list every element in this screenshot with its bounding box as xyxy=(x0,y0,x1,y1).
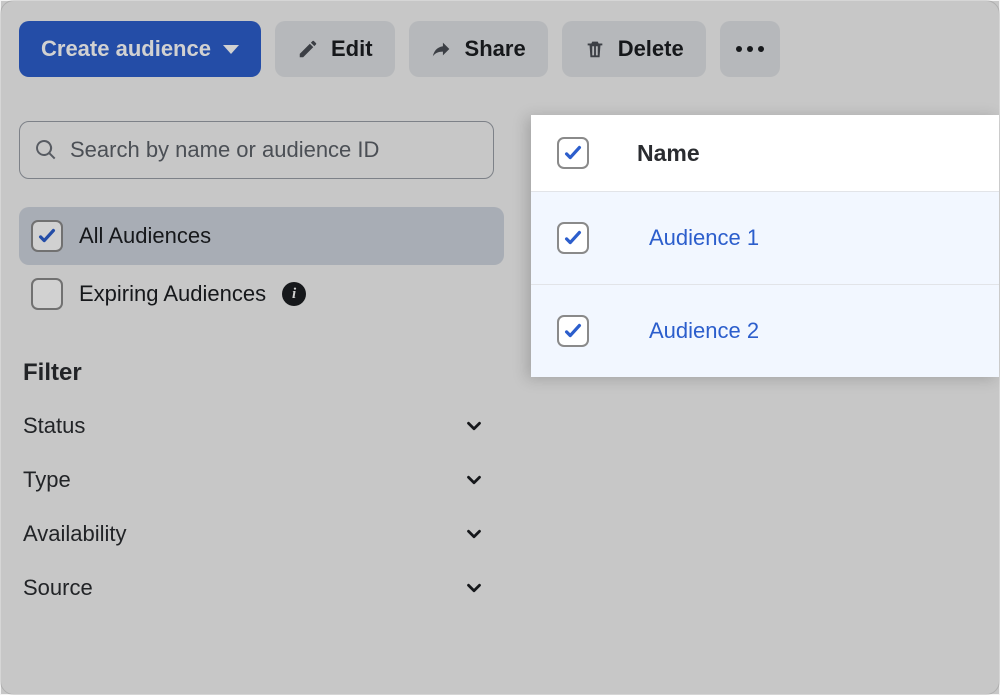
edit-label: Edit xyxy=(331,36,373,62)
check-icon xyxy=(562,142,584,164)
chevron-down-icon xyxy=(463,577,485,599)
create-audience-label: Create audience xyxy=(41,36,211,62)
info-icon[interactable]: i xyxy=(282,282,306,306)
share-arrow-icon xyxy=(431,38,453,60)
trash-icon xyxy=(584,38,606,60)
sidebar-item-all-audiences[interactable]: All Audiences xyxy=(19,207,504,265)
filter-label: Status xyxy=(23,413,85,439)
table-header: Name xyxy=(531,115,999,192)
row-checkbox[interactable] xyxy=(557,222,589,254)
filter-status[interactable]: Status xyxy=(19,399,489,453)
filter-label: Type xyxy=(23,467,71,493)
column-header-name: Name xyxy=(637,140,700,167)
audience-table-popover: Name Audience 1 Audience 2 xyxy=(531,115,999,377)
sidebar: All Audiences Expiring Audiences i Filte… xyxy=(19,207,504,615)
filter-label: Source xyxy=(23,575,93,601)
toolbar: Create audience Edit Share Delete xyxy=(19,19,981,79)
sidebar-item-label: Expiring Audiences xyxy=(79,281,266,307)
check-icon xyxy=(562,320,584,342)
chevron-down-icon xyxy=(463,415,485,437)
check-icon xyxy=(36,225,58,247)
chevron-down-icon xyxy=(463,469,485,491)
row-checkbox[interactable] xyxy=(557,315,589,347)
create-audience-button[interactable]: Create audience xyxy=(19,21,261,77)
table-row[interactable]: Audience 1 xyxy=(531,192,999,285)
filter-type[interactable]: Type xyxy=(19,453,489,507)
all-audiences-checkbox[interactable] xyxy=(31,220,63,252)
search-input[interactable] xyxy=(70,137,479,163)
select-all-checkbox[interactable] xyxy=(557,137,589,169)
check-icon xyxy=(562,227,584,249)
filter-availability[interactable]: Availability xyxy=(19,507,489,561)
share-button[interactable]: Share xyxy=(409,21,548,77)
edit-button[interactable]: Edit xyxy=(275,21,395,77)
sidebar-item-expiring-audiences[interactable]: Expiring Audiences i xyxy=(19,265,504,323)
search-icon xyxy=(34,138,58,162)
table-row[interactable]: Audience 2 xyxy=(531,285,999,377)
sidebar-item-label: All Audiences xyxy=(79,223,211,249)
more-icon xyxy=(736,46,764,52)
delete-label: Delete xyxy=(618,36,684,62)
chevron-down-icon xyxy=(463,523,485,545)
pencil-icon xyxy=(297,38,319,60)
more-button[interactable] xyxy=(720,21,780,77)
delete-button[interactable]: Delete xyxy=(562,21,706,77)
expiring-audiences-checkbox[interactable] xyxy=(31,278,63,310)
search-input-wrapper[interactable] xyxy=(19,121,494,179)
filter-heading: Filter xyxy=(19,359,504,387)
share-label: Share xyxy=(465,36,526,62)
filter-source[interactable]: Source xyxy=(19,561,489,615)
caret-down-icon xyxy=(223,45,239,54)
filter-label: Availability xyxy=(23,521,127,547)
audience-link[interactable]: Audience 2 xyxy=(649,318,759,344)
audience-link[interactable]: Audience 1 xyxy=(649,225,759,251)
